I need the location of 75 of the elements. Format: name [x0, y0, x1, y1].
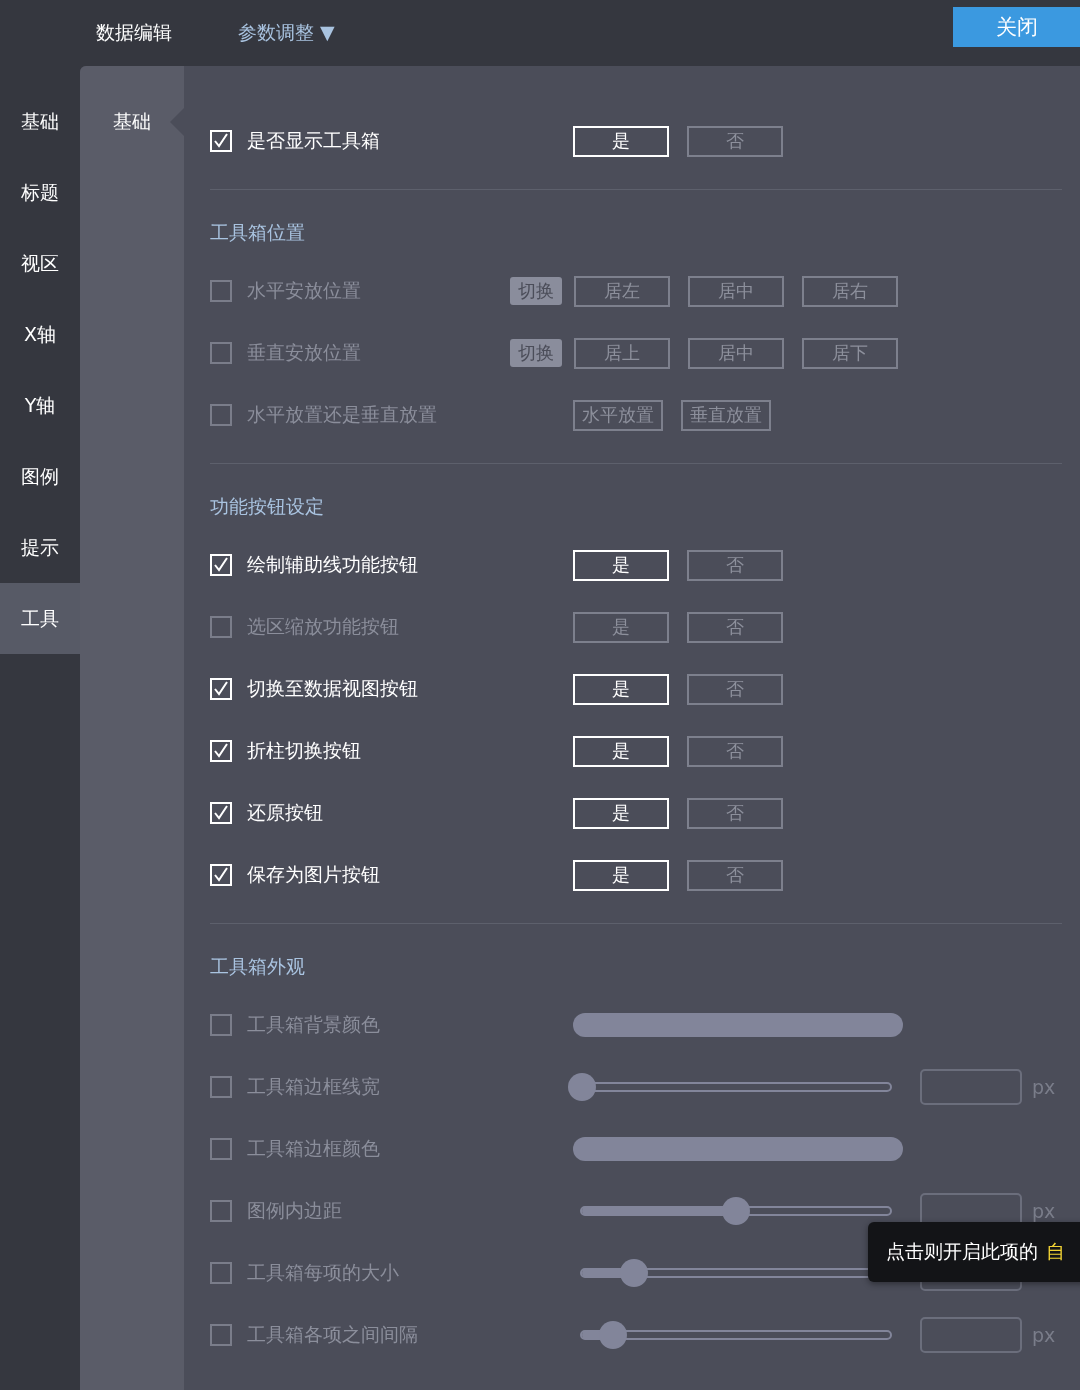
- checkbox[interactable]: [210, 1262, 232, 1284]
- tooltip-highlight: 自: [1046, 1239, 1065, 1264]
- option-label: 折柱切换按钮: [247, 738, 361, 763]
- checkbox[interactable]: [210, 1324, 232, 1346]
- option-button[interactable]: 垂直放置: [681, 399, 771, 431]
- option-label: 工具箱背景颜色: [247, 1012, 380, 1037]
- toggle-tag[interactable]: 切换: [510, 339, 562, 367]
- slider-thumb[interactable]: [568, 1073, 596, 1101]
- option-button[interactable]: 是: [573, 125, 669, 157]
- subsidebar-item[interactable]: 基础: [80, 86, 184, 157]
- sidebar-item[interactable]: Y轴: [0, 370, 80, 441]
- color-picker[interactable]: [573, 1137, 903, 1161]
- checkbox[interactable]: [210, 616, 232, 638]
- option-button[interactable]: 是: [573, 859, 669, 891]
- section-title: 工具箱位置: [210, 221, 305, 243]
- option-button[interactable]: 水平放置: [573, 399, 663, 431]
- section-title: 功能按钮设定: [210, 495, 324, 517]
- option-button[interactable]: 居中: [688, 275, 784, 307]
- option-label: 水平安放位置: [247, 278, 361, 303]
- option-button[interactable]: 居中: [688, 337, 784, 369]
- option-button[interactable]: 居右: [802, 275, 898, 307]
- toggle-tag[interactable]: 切换: [510, 277, 562, 305]
- sidebar-item[interactable]: 标题: [0, 157, 80, 228]
- checkbox[interactable]: [210, 342, 232, 364]
- option-button[interactable]: 是: [573, 735, 669, 767]
- option-label: 垂直安放位置: [247, 340, 361, 365]
- checkbox[interactable]: [210, 1014, 232, 1036]
- input-field[interactable]: [920, 1317, 1022, 1353]
- slider-thumb[interactable]: [620, 1259, 649, 1287]
- tooltip-text: 点击则开启此项的: [886, 1239, 1038, 1264]
- option-label: 工具箱边框颜色: [247, 1136, 380, 1161]
- option-button[interactable]: 否: [687, 797, 783, 829]
- sidebar-item[interactable]: 基础: [0, 86, 80, 157]
- section-title: 工具箱外观: [210, 955, 305, 977]
- color-picker[interactable]: [573, 1013, 903, 1037]
- input-field[interactable]: [920, 1069, 1022, 1105]
- option-button[interactable]: 居左: [574, 275, 670, 307]
- sidebar-item[interactable]: 图例: [0, 441, 80, 512]
- option-label: 工具箱各项之间间隔: [247, 1322, 418, 1347]
- option-label: 保存为图片按钮: [247, 862, 380, 887]
- option-button[interactable]: 是: [573, 673, 669, 705]
- option-button[interactable]: 否: [687, 673, 783, 705]
- option-label: 工具箱每项的大小: [247, 1260, 399, 1285]
- top-tab[interactable]: 数据编辑: [96, 20, 172, 46]
- option-label: 图例内边距: [247, 1198, 342, 1223]
- checkbox[interactable]: [210, 404, 232, 426]
- option-label: 绘制辅助线功能按钮: [247, 552, 418, 577]
- sidebar-item[interactable]: X轴: [0, 299, 80, 370]
- option-button[interactable]: 居上: [574, 337, 670, 369]
- slider-thumb[interactable]: [598, 1321, 627, 1349]
- option-button[interactable]: 否: [687, 611, 783, 643]
- option-button[interactable]: 否: [687, 549, 783, 581]
- sidebar-item[interactable]: 提示: [0, 512, 80, 583]
- option-label: 水平放置还是垂直放置: [247, 402, 437, 427]
- close-button[interactable]: 关闭: [953, 7, 1080, 47]
- top-tab[interactable]: 参数调整 ▼: [238, 20, 335, 46]
- option-button[interactable]: 否: [687, 735, 783, 767]
- option-button[interactable]: 否: [687, 125, 783, 157]
- checkbox[interactable]: [210, 1138, 232, 1160]
- option-label: 是否显示工具箱: [247, 128, 380, 153]
- option-label: 切换至数据视图按钮: [247, 676, 418, 701]
- checkbox[interactable]: [210, 1076, 232, 1098]
- option-button[interactable]: 居下: [802, 337, 898, 369]
- option-label: 还原按钮: [247, 800, 323, 825]
- option-label: 选区缩放功能按钮: [247, 614, 399, 639]
- option-button[interactable]: 否: [687, 859, 783, 891]
- checkbox[interactable]: [210, 1200, 232, 1222]
- option-button[interactable]: 是: [573, 797, 669, 829]
- option-button[interactable]: 是: [573, 611, 669, 643]
- slider-thumb[interactable]: [722, 1197, 750, 1225]
- option-button[interactable]: 是: [573, 549, 669, 581]
- checkbox[interactable]: [210, 280, 232, 302]
- option-label: 工具箱边框线宽: [247, 1074, 380, 1099]
- sidebar-item[interactable]: 工具: [0, 583, 80, 654]
- sidebar-item[interactable]: 视区: [0, 228, 80, 299]
